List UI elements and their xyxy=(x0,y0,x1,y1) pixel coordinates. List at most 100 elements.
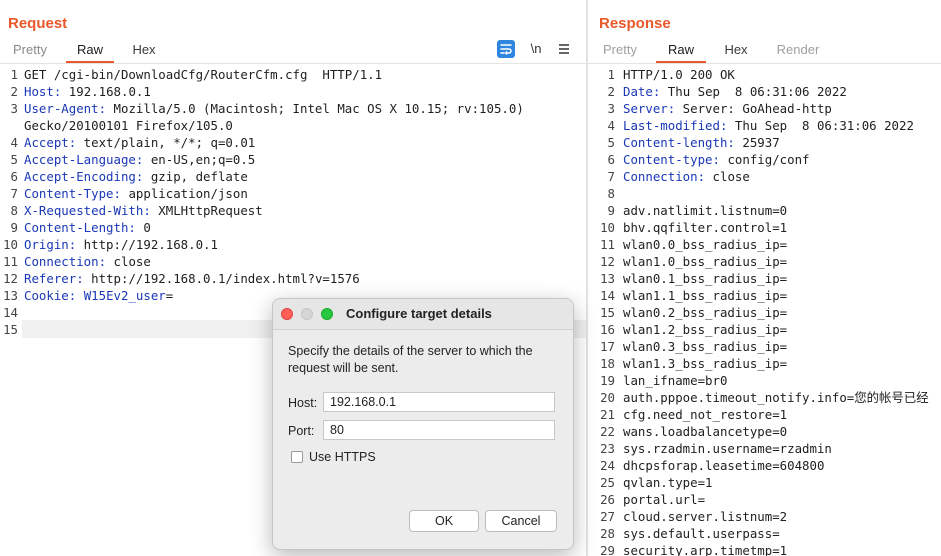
header-name: Date: xyxy=(623,84,661,99)
line-text: wlan0.1_bss_radius_ip= xyxy=(623,270,787,287)
host-input[interactable] xyxy=(323,392,555,412)
line-text: Content-length: 25937 xyxy=(623,134,780,151)
line-text: Accept: text/plain, */*; q=0.01 xyxy=(24,134,255,151)
line-number: 8 xyxy=(10,203,18,218)
header-value: GET /cgi-bin/DownloadCfg/RouterCfm.cfg H… xyxy=(24,67,383,82)
use-https-checkbox[interactable] xyxy=(291,451,303,463)
code-line: 26 portal.url= xyxy=(588,491,941,508)
line-number: 24 xyxy=(600,458,615,473)
code-line: 9 adv.natlimit.listnum=0 xyxy=(588,202,941,219)
code-line: 22 wans.loadbalancetype=0 xyxy=(588,423,941,440)
header-value: close xyxy=(106,254,151,269)
line-number: 4 xyxy=(607,118,615,133)
line-text: sys.default.userpass= xyxy=(623,525,780,542)
line-text: Accept-Language: en-US,en;q=0.5 xyxy=(24,151,255,168)
use-https-label[interactable]: Use HTTPS xyxy=(309,450,376,464)
wrap-lines-icon[interactable] xyxy=(497,40,515,58)
line-number: 5 xyxy=(607,135,615,150)
request-title: Request xyxy=(8,15,68,32)
code-line: 15 wlan0.2_bss_radius_ip= xyxy=(588,304,941,321)
line-text: Content-Length: 0 xyxy=(24,219,151,236)
maximize-window-icon[interactable] xyxy=(321,308,333,320)
line-text: Referer: http://192.168.0.1/index.html?v… xyxy=(24,270,360,287)
header-name: Accept-Encoding: xyxy=(24,169,144,184)
code-line: 16 wlan1.2_bss_radius_ip= xyxy=(588,321,941,338)
line-number: 8 xyxy=(607,186,615,201)
header-value: wlan1.0_bss_radius_ip= xyxy=(623,254,788,269)
line-number: 6 xyxy=(607,152,615,167)
header-value: dhcpsforap.leasetime=604800 xyxy=(623,458,825,473)
header-name: Origin: xyxy=(24,237,77,252)
tab-raw[interactable]: Raw xyxy=(66,39,114,63)
header-name: Accept-Language: xyxy=(24,152,144,167)
line-text: sys.rzadmin.username=rzadmin xyxy=(623,440,832,457)
line-text: Content-Type: application/json xyxy=(24,185,248,202)
line-number: 3 xyxy=(607,101,615,116)
minimize-window-icon[interactable] xyxy=(301,308,313,320)
line-text: bhv.qqfilter.control=1 xyxy=(623,219,787,236)
header-value xyxy=(76,288,83,303)
response-tabs: Pretty Raw Hex Render xyxy=(588,39,941,63)
port-input[interactable] xyxy=(323,420,555,440)
header-value: sys.rzadmin.username=rzadmin xyxy=(623,441,832,456)
line-text: Last-modified: Thu Sep 8 06:31:06 2022 xyxy=(623,117,914,134)
header-value: 192.168.0.1 xyxy=(61,84,151,99)
tab-pretty[interactable]: Pretty xyxy=(602,39,638,61)
header-value: en-US,en;q=0.5 xyxy=(143,152,256,167)
newline-toggle-icon[interactable]: \n xyxy=(526,40,546,58)
code-line: 19 lan_ifname=br0 xyxy=(588,372,941,389)
code-line: 24 dhcpsforap.leasetime=604800 xyxy=(588,457,941,474)
header-name: Connection: xyxy=(24,254,107,269)
line-number: 21 xyxy=(600,407,615,422)
response-pane: Response Pretty Raw Hex Render 1 HTTP/1.0… xyxy=(588,0,941,556)
header-value: cloud.server.listnum=2 xyxy=(623,509,788,524)
code-line: 21 cfg.need_not_restore=1 xyxy=(588,406,941,423)
line-number: 3 xyxy=(10,101,18,116)
line-text: wlan1.3_bss_radius_ip= xyxy=(623,355,787,372)
code-line: 11 Connection: close xyxy=(0,253,586,270)
line-text: wlan0.2_bss_radius_ip= xyxy=(623,304,787,321)
tab-raw[interactable]: Raw xyxy=(656,39,706,63)
cookie-name: W15Ev2_user xyxy=(83,288,166,303)
code-line: 17 wlan0.3_bss_radius_ip= xyxy=(588,338,941,355)
header-name: Connection: xyxy=(623,169,706,184)
line-number: 1 xyxy=(10,67,18,82)
code-line: 7 Content-Type: application/json xyxy=(0,185,586,202)
line-number: 29 xyxy=(600,543,615,556)
line-text: Origin: http://192.168.0.1 xyxy=(24,236,218,253)
line-text: cfg.need_not_restore=1 xyxy=(623,406,787,423)
header-value: Gecko/20100101 Firefox/105.0 xyxy=(24,118,233,133)
code-line: 5 Accept-Language: en-US,en;q=0.5 xyxy=(0,151,586,168)
code-line: 8 xyxy=(588,185,941,202)
response-viewer[interactable]: 1 HTTP/1.0 200 OK 2 Date: Thu Sep 8 06:31:0… xyxy=(588,66,941,556)
line-number: 11 xyxy=(3,254,18,269)
line-text: X-Requested-With: XMLHttpRequest xyxy=(24,202,263,219)
cancel-button[interactable]: Cancel xyxy=(485,510,557,532)
header-name: Content-Length: xyxy=(24,220,136,235)
header-value: http://192.168.0.1/index.html?v=1576 xyxy=(83,271,360,286)
close-window-icon[interactable] xyxy=(281,308,293,320)
ok-button[interactable]: OK xyxy=(409,510,479,532)
line-number: 4 xyxy=(10,135,18,150)
tab-pretty[interactable]: Pretty xyxy=(13,39,47,61)
line-number: 12 xyxy=(600,254,615,269)
header-name: Referer: xyxy=(24,271,84,286)
header-value: wlan1.2_bss_radius_ip= xyxy=(623,322,788,337)
tab-render[interactable]: Render xyxy=(776,39,820,61)
dialog-titlebar[interactable]: Configure target details xyxy=(273,299,573,330)
line-text: Connection: close xyxy=(623,168,750,185)
code-line: 3 User-Agent: Mozilla/5.0 (Macintosh; Int… xyxy=(0,100,586,117)
line-number: 5 xyxy=(10,152,18,167)
header-value: application/json xyxy=(120,186,248,201)
line-number: 6 xyxy=(10,169,18,184)
header-name: Server: xyxy=(623,101,676,116)
header-value: Server: GoAhead-http xyxy=(675,101,832,116)
tab-hex[interactable]: Hex xyxy=(130,39,158,61)
tab-hex[interactable]: Hex xyxy=(722,39,750,61)
header-value: close xyxy=(705,169,750,184)
line-text: Accept-Encoding: gzip, deflate xyxy=(24,168,248,185)
line-number: 11 xyxy=(600,237,615,252)
header-value: cfg.need_not_restore=1 xyxy=(623,407,788,422)
menu-icon[interactable] xyxy=(556,40,572,58)
header-name: Content-type: xyxy=(623,152,720,167)
